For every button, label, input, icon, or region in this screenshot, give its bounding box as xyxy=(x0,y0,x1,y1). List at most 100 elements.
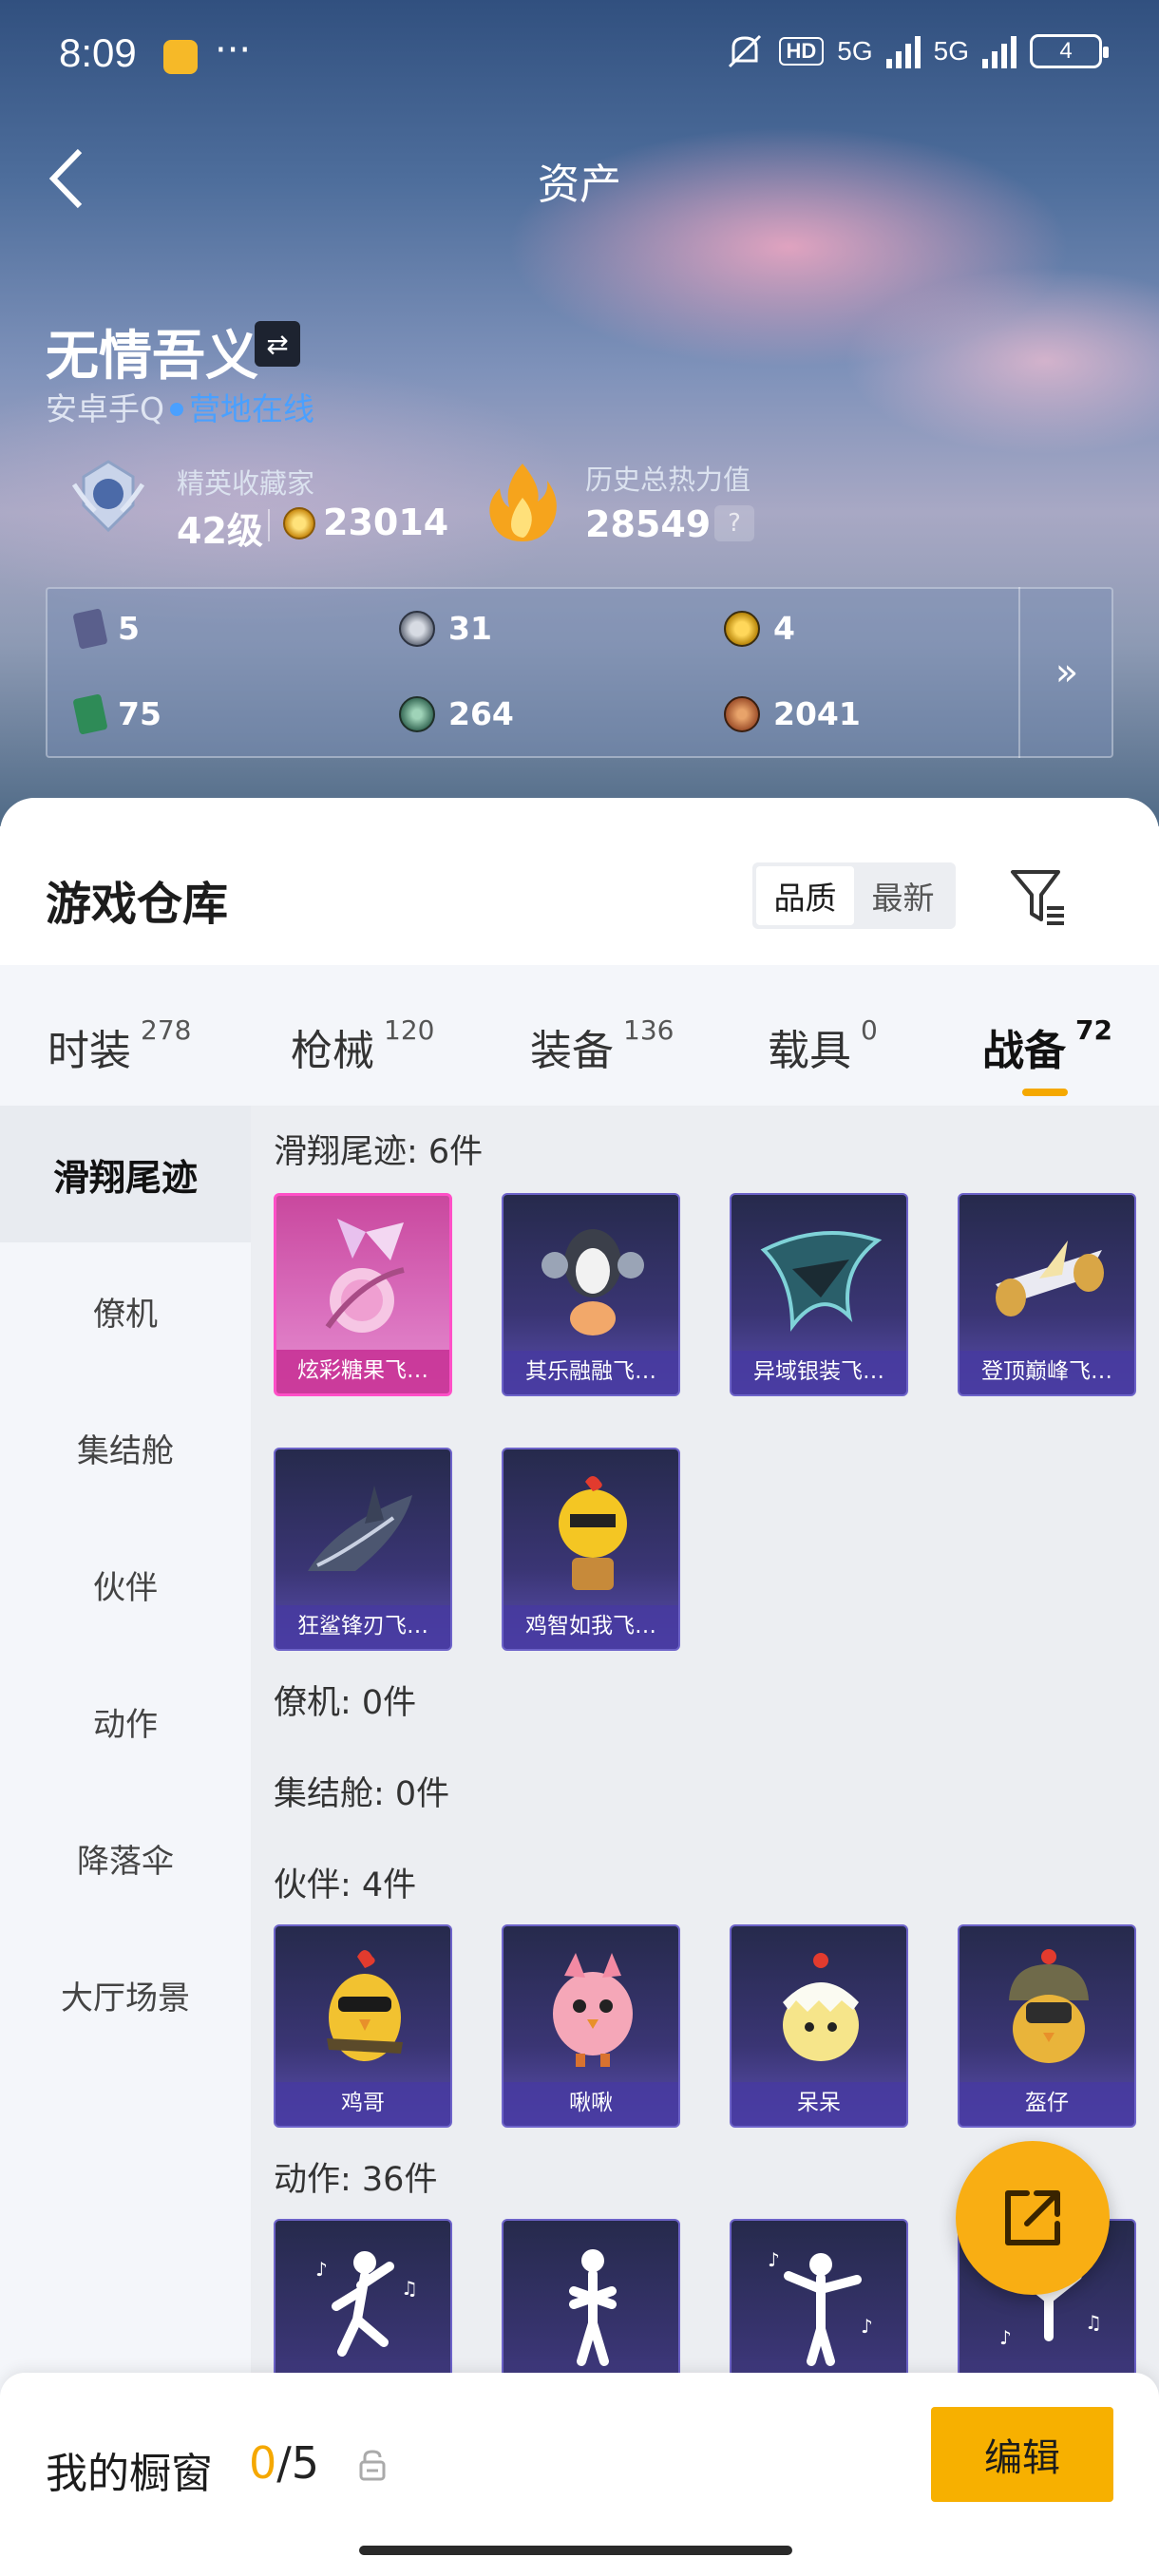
home-indicator[interactable] xyxy=(359,2546,792,2555)
currency-item: 75 xyxy=(72,692,162,735)
tab-count: 72 xyxy=(1075,1014,1112,1046)
item-tile[interactable]: 鸡哥 xyxy=(274,1924,452,2128)
tab-label: 枪械 xyxy=(291,1027,374,1075)
showcase-title: 我的橱窗 xyxy=(46,2450,213,2498)
currency-value: 4 xyxy=(773,610,795,647)
showcase-used: 0 xyxy=(249,2437,277,2489)
tab-label: 装备 xyxy=(530,1027,614,1075)
tab-label: 时装 xyxy=(48,1027,131,1075)
switch-account-icon[interactable]: ⇄ xyxy=(255,321,300,367)
item-name: 鸡智如我飞… xyxy=(504,1605,678,1649)
pose-emote-icon xyxy=(569,2249,617,2366)
item-tile[interactable]: 鸡智如我飞… xyxy=(502,1448,680,1651)
item-tile[interactable]: 炫彩糖果飞… xyxy=(274,1193,452,1396)
showcase-total: /5 xyxy=(276,2437,320,2489)
item-tile[interactable]: 登顶巅峰飞… xyxy=(958,1193,1136,1396)
warehouse-card: 游戏仓库 品质 最新 时装 278 枪械 120 装备 136 载具 0 战备 72 滑翔… xyxy=(0,798,1159,2576)
double-chevron-right-icon: » xyxy=(1054,651,1079,694)
svg-text:♪: ♪ xyxy=(315,2258,328,2281)
sidebar-item-wingman[interactable]: 僚机 xyxy=(0,1242,251,1379)
online-status: 营地在线 xyxy=(188,390,314,427)
egg-chick-partner-icon xyxy=(783,1953,859,2061)
item-name: 盔仔 xyxy=(960,2082,1134,2126)
help-icon[interactable]: ? xyxy=(714,505,754,541)
item-tile[interactable]: 其乐融融飞… xyxy=(502,1193,680,1396)
item-tile[interactable]: 异域银装飞… xyxy=(730,1193,908,1396)
section-label: 伙伴: 4件 xyxy=(274,1866,417,1904)
green-card-icon xyxy=(72,692,108,735)
item-tile[interactable]: 盔仔 xyxy=(958,1924,1136,2128)
section-label: 动作: 36件 xyxy=(274,2161,438,2199)
network-type-1: 5G xyxy=(837,36,873,66)
currency-value: 5 xyxy=(118,610,140,647)
silver-wing-glider-icon xyxy=(760,1231,883,1332)
summit-glider-icon xyxy=(996,1241,1104,1316)
section-label: 滑翔尾迹: 6件 xyxy=(274,1133,484,1171)
tab-supplies[interactable]: 战备 72 xyxy=(982,1014,1112,1077)
collector-badge-icon xyxy=(71,460,145,533)
heat-value: 28549 xyxy=(585,503,712,545)
item-name: 其乐融融飞… xyxy=(504,1351,678,1394)
signal-2-icon xyxy=(982,34,1016,68)
rank-level: 42级 xyxy=(177,510,263,552)
active-tab-indicator xyxy=(1022,1089,1068,1096)
online-dot xyxy=(169,402,183,416)
edit-button[interactable]: 编辑 xyxy=(931,2407,1113,2502)
tab-count: 136 xyxy=(623,1014,674,1046)
tab-fashion[interactable]: 时装 278 xyxy=(48,1014,192,1077)
item-grid: 滑翔尾迹: 6件 炫彩糖果飞… 其乐融融飞… 异域银装飞… 登顶巅峰飞… 狂鲨锋… xyxy=(251,1106,1159,2576)
mute-vibrate-icon xyxy=(728,34,761,68)
helmet-chick-partner-icon xyxy=(1009,1949,1089,2063)
sidebar-item-emote[interactable]: 动作 xyxy=(0,1653,251,1790)
notification-app-icon xyxy=(163,40,198,74)
svg-text:♫: ♫ xyxy=(401,2277,418,2300)
chicken-glider-icon xyxy=(559,1476,627,1590)
tab-label: 战备 xyxy=(982,1027,1066,1075)
warehouse-title: 游戏仓库 xyxy=(46,878,229,931)
hd-voice-icon: HD xyxy=(778,37,825,66)
currency-item: 2041 xyxy=(724,695,861,732)
item-tile[interactable]: 呆呆 xyxy=(730,1924,908,2128)
item-name: 炫彩糖果飞… xyxy=(276,1350,449,1393)
sidebar-item-partner[interactable]: 伙伴 xyxy=(0,1516,251,1653)
bronze-coin-icon xyxy=(724,695,760,732)
tab-guns[interactable]: 枪械 120 xyxy=(291,1014,435,1077)
tab-equipment[interactable]: 装备 136 xyxy=(530,1014,674,1077)
dance-emote-icon: ♪♫ xyxy=(315,2251,418,2357)
currency-item: 264 xyxy=(399,695,514,732)
svg-text:♪: ♪ xyxy=(999,2326,1012,2349)
item-tile[interactable]: 狂鲨锋刃飞… xyxy=(274,1448,452,1651)
sidebar-item-parachute[interactable]: 降落伞 xyxy=(0,1790,251,1926)
share-button[interactable] xyxy=(956,2141,1110,2295)
sidebar-item-lobby-scene[interactable]: 大厅场景 xyxy=(0,1926,251,2063)
expand-currencies-button[interactable]: » xyxy=(1018,587,1113,758)
filter-icon[interactable] xyxy=(1009,864,1070,929)
platform-info: 安卓手Q 营地在线 xyxy=(46,384,314,429)
fire-icon xyxy=(489,464,557,541)
item-tile[interactable]: 啾啾 xyxy=(502,1924,680,2128)
sidebar: 滑翔尾迹 僚机 集结舱 伙伴 动作 降落伞 大厅场景 xyxy=(0,1106,251,2576)
gem-icon xyxy=(399,695,435,732)
candy-glider-icon xyxy=(325,1219,405,1333)
tab-count: 0 xyxy=(861,1014,878,1046)
sort-quality-button[interactable]: 品质 xyxy=(756,866,854,925)
sort-toggle: 品质 最新 xyxy=(752,862,956,929)
sort-newest-button[interactable]: 最新 xyxy=(854,866,952,925)
item-name: 登顶巅峰飞… xyxy=(960,1351,1134,1394)
sidebar-item-assembly[interactable]: 集结舱 xyxy=(0,1379,251,1516)
currency-item: 5 xyxy=(72,607,140,650)
tab-count: 278 xyxy=(141,1014,192,1046)
penguin-glider-icon xyxy=(542,1229,644,1335)
tab-count: 120 xyxy=(384,1014,435,1046)
status-bar: 8:09 ··· HD 5G 5G 4 xyxy=(0,0,1159,114)
tab-vehicles[interactable]: 载具 0 xyxy=(768,1014,878,1077)
chicken-partner-icon xyxy=(327,1950,403,2061)
showcase-count: 0/5 xyxy=(249,2437,319,2489)
currency-item: 4 xyxy=(724,610,795,647)
item-name: 啾啾 xyxy=(504,2082,678,2126)
sidebar-item-glide-trail[interactable]: 滑翔尾迹 xyxy=(0,1106,251,1242)
battery-icon: 4 xyxy=(1030,34,1109,68)
svg-text:♪: ♪ xyxy=(768,2248,780,2271)
svg-text:♪: ♪ xyxy=(861,2315,873,2338)
pink-bird-partner-icon xyxy=(553,1953,633,2067)
